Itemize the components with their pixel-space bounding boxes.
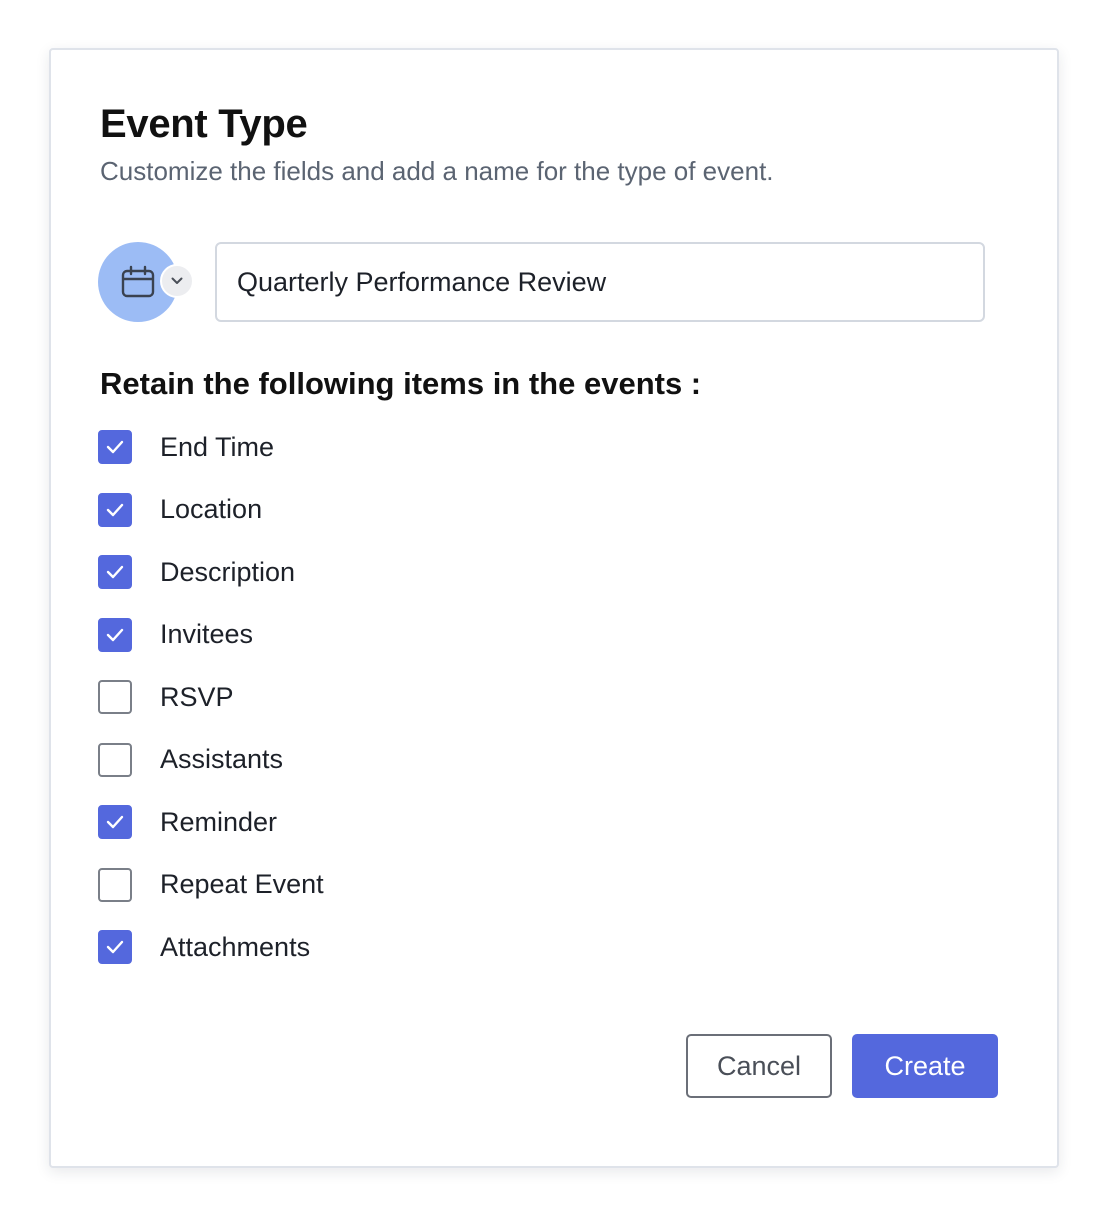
checkbox[interactable] (98, 742, 132, 777)
retain-item-label: Location (160, 494, 263, 525)
event-type-dialog: Event Type Customize the fields and add … (49, 48, 1059, 1168)
retain-item-label: Repeat Event (160, 869, 324, 900)
dialog-title: Event Type (100, 102, 308, 146)
event-type-name-input[interactable] (215, 242, 985, 322)
retain-item-2[interactable]: Description (98, 541, 324, 604)
event-icon-picker[interactable] (98, 242, 198, 324)
checkbox[interactable] (98, 555, 132, 590)
checkmark-icon (106, 566, 124, 579)
checkbox[interactable] (98, 930, 132, 965)
checkmark-icon (106, 503, 124, 516)
retain-item-label: Reminder (160, 806, 278, 837)
retain-item-label: End Time (160, 431, 275, 462)
create-button[interactable]: Create (852, 1034, 998, 1098)
dialog-subtitle: Customize the fields and add a name for … (100, 156, 774, 186)
icon-dropdown-toggle[interactable] (160, 264, 194, 298)
checkbox[interactable] (98, 492, 132, 527)
checkbox[interactable] (98, 805, 132, 840)
retain-item-1[interactable]: Location (98, 479, 324, 542)
checkbox[interactable] (98, 680, 132, 715)
retain-item-0[interactable]: End Time (98, 416, 324, 479)
checkbox[interactable] (98, 867, 132, 902)
cancel-button[interactable]: Cancel (686, 1034, 832, 1098)
checkbox[interactable] (98, 430, 132, 465)
retain-item-6[interactable]: Reminder (98, 791, 324, 854)
retain-item-label: Attachments (160, 931, 311, 962)
retain-item-7[interactable]: Repeat Event (98, 854, 324, 917)
retain-item-3[interactable]: Invitees (98, 604, 324, 667)
retain-item-label: Invitees (160, 619, 254, 650)
retain-item-label: RSVP (160, 681, 234, 712)
checkmark-icon (106, 816, 124, 829)
checkmark-icon (106, 941, 124, 954)
retain-item-8[interactable]: Attachments (98, 916, 324, 979)
calendar-icon (121, 265, 155, 298)
retain-item-5[interactable]: Assistants (98, 729, 324, 792)
retain-items-heading: Retain the following items in the events… (100, 366, 702, 401)
chevron-down-icon (171, 277, 183, 284)
retain-item-4[interactable]: RSVP (98, 666, 324, 729)
checkbox[interactable] (98, 617, 132, 652)
checkmark-icon (106, 441, 124, 454)
retain-item-label: Assistants (160, 744, 284, 775)
checkmark-icon (106, 628, 124, 641)
retain-item-label: Description (160, 556, 296, 587)
retain-items-list: End Time Location Description Invitees RSVP A… (98, 416, 324, 979)
